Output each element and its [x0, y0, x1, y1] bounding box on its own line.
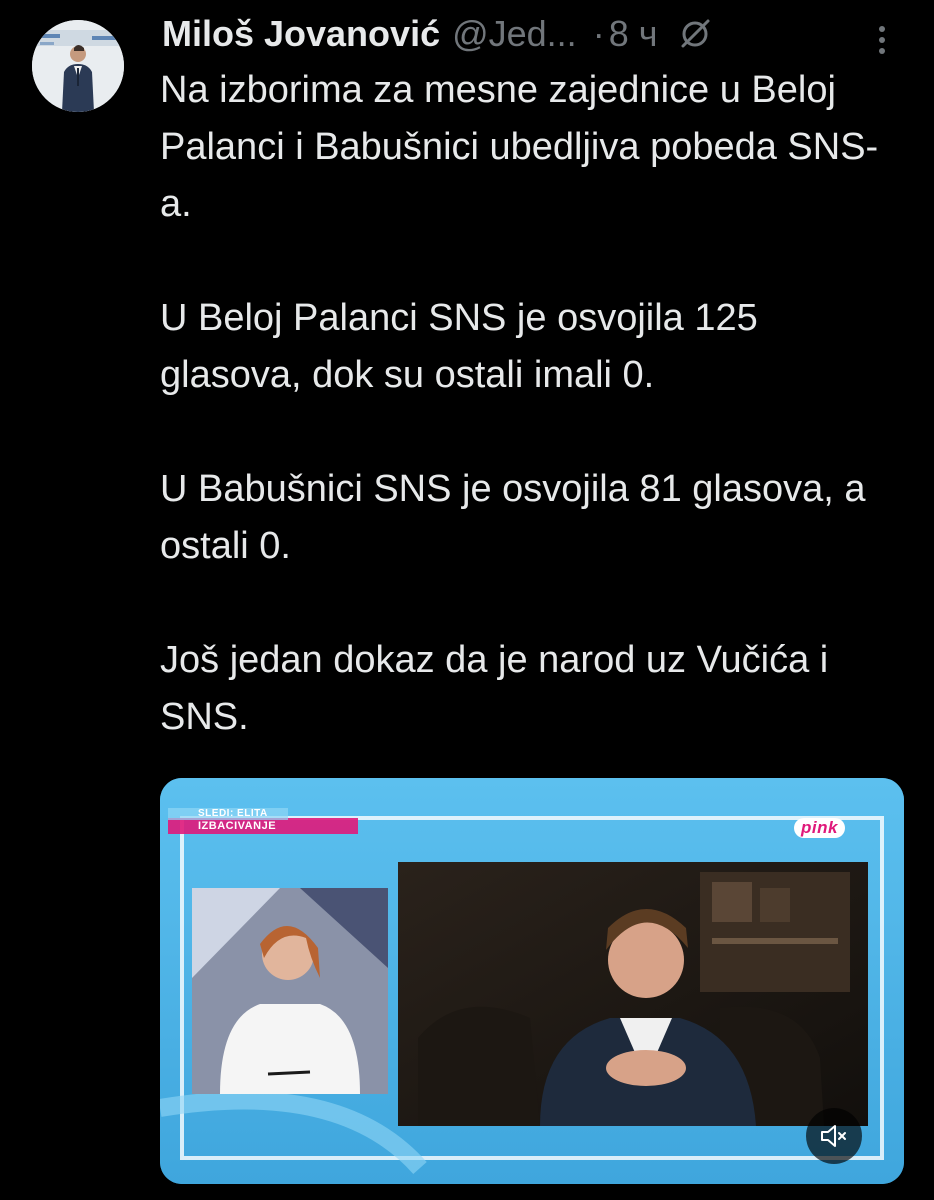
tweet-paragraph: U Beloj Palanci SNS je osvojila 125 glas… [160, 297, 758, 396]
tweet-video[interactable]: SLEDI: ELITA IZBACIVANJE pink [160, 778, 904, 1184]
avatar[interactable] [32, 20, 124, 112]
tv-overlay-bottom: IZBACIVANJE [198, 820, 277, 832]
tweet-paragraph: Još jedan dokaz da je narod uz Vučića i … [160, 639, 829, 738]
more-options-icon[interactable] [872, 20, 892, 60]
author-handle[interactable]: @Jed... [452, 13, 577, 55]
mute-button[interactable] [806, 1108, 862, 1164]
tweet-paragraph: Na izborima za mesne zajednice u Beloj P… [160, 69, 879, 225]
tweet-paragraph: U Babušnici SNS je osvojila 81 glasova, … [160, 468, 866, 567]
author-name[interactable]: Miloš Jovanović [162, 13, 440, 55]
tv-overlay-top: SLEDI: ELITA [198, 808, 268, 819]
channel-logo: pink [794, 818, 845, 838]
slashed-circle-icon[interactable] [677, 16, 713, 52]
tweet-card: Miloš Jovanović @Jed... · 8 ч Na izborim… [0, 0, 934, 1200]
tweet-header: Miloš Jovanović @Jed... · 8 ч [162, 10, 713, 58]
separator-dot: · [592, 13, 605, 54]
tweet-time[interactable]: 8 ч [609, 13, 658, 55]
tweet-text: Na izborima za mesne zajednice u Beloj P… [160, 62, 900, 746]
speaker-muted-icon [818, 1120, 850, 1152]
